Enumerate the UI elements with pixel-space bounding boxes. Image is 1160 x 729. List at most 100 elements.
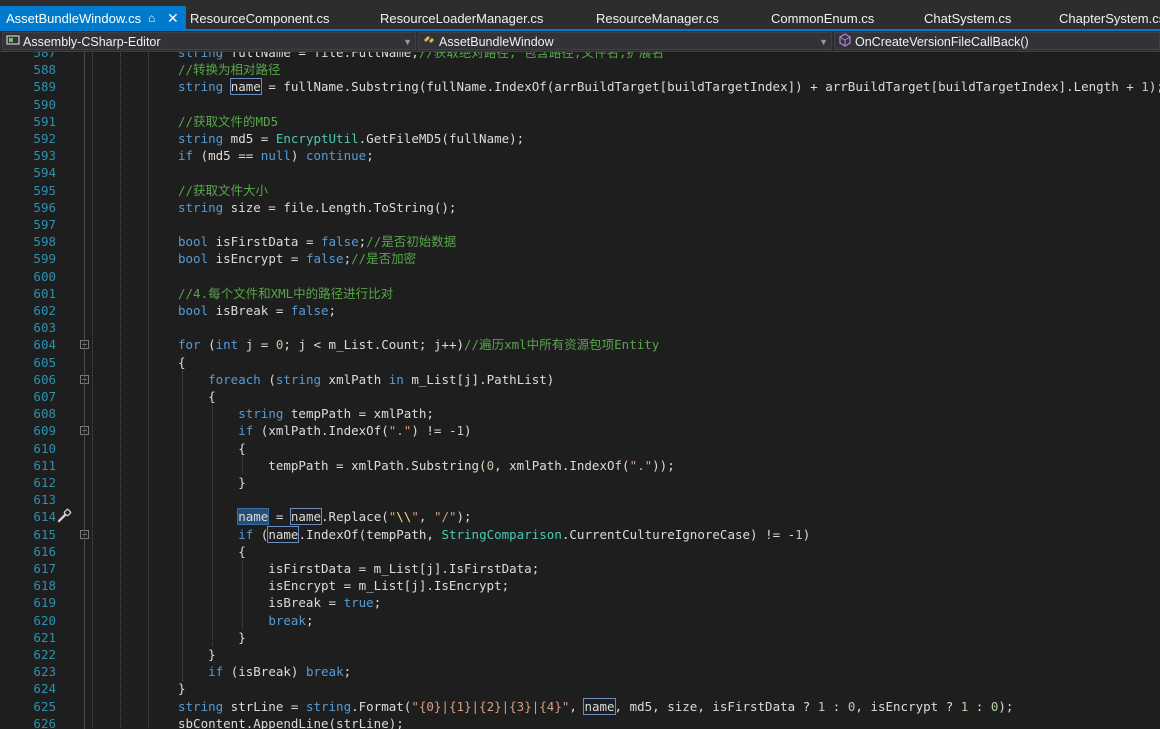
line-number: 590 [33, 97, 56, 112]
code-line[interactable]: sbContent.AppendLine(strLine); [178, 715, 404, 729]
line-number: 618 [33, 578, 56, 593]
code-line[interactable]: isFirstData = m_List[j].IsFirstData; [178, 560, 539, 577]
line-number: 623 [33, 664, 56, 679]
tab-label: ChapterSystem.cs [1059, 11, 1160, 26]
line-number: 615 [33, 527, 56, 542]
code-line[interactable]: //获取文件大小 [178, 182, 268, 199]
line-number: 610 [33, 441, 56, 456]
project-dropdown[interactable]: Assembly-CSharp-Editor ▼ [2, 32, 416, 50]
chevron-down-icon: ▼ [403, 37, 412, 47]
line-number: 626 [33, 716, 56, 729]
method-icon [838, 33, 852, 49]
code-line[interactable]: //获取文件的MD5 [178, 113, 278, 130]
tab-chatsystem[interactable]: ChatSystem.cs [924, 6, 1011, 31]
code-line[interactable]: tempPath = xmlPath.Substring(0, xmlPath.… [178, 457, 674, 474]
line-number: 616 [33, 544, 56, 559]
line-number: 587 [33, 52, 56, 60]
code-line[interactable]: if (md5 == null) continue; [178, 147, 374, 164]
tab-resourcecomponent[interactable]: ResourceComponent.cs [190, 6, 329, 31]
indent-guide [182, 371, 183, 681]
code-line[interactable]: if (xmlPath.IndexOf(".") != -1) [178, 422, 471, 439]
code-line[interactable]: //转换为相对路径 [178, 61, 281, 78]
tab-label: AssetBundleWindow.cs [6, 11, 142, 26]
tab-chaptersystem[interactable]: ChapterSystem.cs [1059, 6, 1160, 31]
code-line[interactable]: bool isBreak = false; [178, 302, 336, 319]
screwdriver-icon[interactable] [56, 508, 72, 528]
indent-guide [212, 405, 213, 646]
line-number: 625 [33, 699, 56, 714]
line-number: 589 [33, 79, 56, 94]
line-number: 600 [33, 269, 56, 284]
line-number: 614 [33, 509, 56, 524]
tab-label: ResourceLoaderManager.cs [380, 11, 544, 26]
code-line[interactable]: string fullName = file.FullName;//获取绝对路径… [178, 52, 664, 61]
indent-guide [92, 52, 93, 729]
line-number: 611 [33, 458, 56, 473]
tab-label: CommonEnum.cs [771, 11, 875, 26]
code-line[interactable]: isEncrypt = m_List[j].IsEncrypt; [178, 577, 509, 594]
indent-guide [242, 457, 243, 474]
tab-commonenum[interactable]: CommonEnum.cs [771, 6, 874, 31]
code-line[interactable]: isBreak = true; [178, 594, 381, 611]
tab-label: ResourceComponent.cs [190, 11, 330, 26]
document-tab-strip: AssetBundleWindow.cs ⌂ ✕ ResourceCompone… [0, 0, 1160, 31]
project-icon [6, 33, 20, 49]
line-number: 601 [33, 286, 56, 301]
indent-guide [242, 560, 243, 629]
class-icon [422, 33, 436, 49]
line-number: 606 [33, 372, 56, 387]
code-line[interactable]: string size = file.Length.ToString(); [178, 199, 456, 216]
navigation-bar: Assembly-CSharp-Editor ▼ AssetBundleWind… [0, 31, 1160, 52]
code-line[interactable]: { [178, 388, 216, 405]
code-line[interactable]: bool isFirstData = false;//是否初始数据 [178, 233, 456, 250]
code-line[interactable]: break; [178, 612, 313, 629]
code-line[interactable]: } [178, 646, 216, 663]
tab-label: ResourceManager.cs [596, 11, 719, 26]
line-number: 619 [33, 595, 56, 610]
chevron-down-icon: ▼ [819, 37, 828, 47]
code-line[interactable]: if (isBreak) break; [178, 663, 351, 680]
code-line[interactable]: string md5 = EncryptUtil.GetFileMD5(full… [178, 130, 524, 147]
line-number: 594 [33, 165, 56, 180]
line-number: 595 [33, 183, 56, 198]
line-number: 588 [33, 62, 56, 77]
code-line[interactable]: name = name.Replace("\\", "/"); [178, 508, 472, 525]
line-number: 591 [33, 114, 56, 129]
code-line[interactable]: //4.每个文件和XML中的路径进行比对 [178, 285, 393, 302]
fold-margin-line [84, 52, 85, 729]
tab-assetbundlewindow[interactable]: AssetBundleWindow.cs ⌂ ✕ [0, 6, 186, 31]
line-number: 624 [33, 681, 56, 696]
class-dropdown[interactable]: AssetBundleWindow ▼ [418, 32, 832, 50]
line-number: 597 [33, 217, 56, 232]
tab-resourceloadermanager[interactable]: ResourceLoaderManager.cs [380, 6, 543, 31]
line-number: 617 [33, 561, 56, 576]
code-line[interactable]: } [178, 680, 186, 697]
tab-resourcemanager[interactable]: ResourceManager.cs [596, 6, 719, 31]
pin-icon[interactable]: ⌂ [148, 6, 155, 31]
code-line[interactable]: string name = fullName.Substring(fullNam… [178, 78, 1160, 95]
line-number: 592 [33, 131, 56, 146]
code-line[interactable]: if (name.IndexOf(tempPath, StringCompari… [178, 526, 810, 543]
close-icon[interactable]: ✕ [167, 6, 179, 31]
line-number: 603 [33, 320, 56, 335]
line-number: 622 [33, 647, 56, 662]
code-line[interactable]: for (int j = 0; j < m_List.Count; j++)//… [178, 336, 659, 353]
code-line[interactable]: string strLine = string.Format("{0}|{1}|… [178, 698, 1013, 715]
code-editor[interactable]: 587 string fullName = file.FullName;//获取绝… [0, 52, 1160, 729]
code-line[interactable]: string tempPath = xmlPath; [178, 405, 434, 422]
line-number: 607 [33, 389, 56, 404]
project-name: Assembly-CSharp-Editor [23, 35, 161, 49]
line-number: 598 [33, 234, 56, 249]
line-number: 613 [33, 492, 56, 507]
code-surface[interactable]: 587 string fullName = file.FullName;//获取绝… [0, 52, 1160, 729]
code-line[interactable]: bool isEncrypt = false;//是否加密 [178, 250, 416, 267]
line-number: 608 [33, 406, 56, 421]
code-line[interactable]: { [178, 354, 186, 371]
line-number: 604 [33, 337, 56, 352]
line-number: 602 [33, 303, 56, 318]
line-number: 620 [33, 613, 56, 628]
tab-label: ChatSystem.cs [924, 11, 1012, 26]
member-dropdown[interactable]: OnCreateVersionFileCallBack() [834, 32, 1160, 50]
line-number: 593 [33, 148, 56, 163]
code-line[interactable]: foreach (string xmlPath in m_List[j].Pat… [178, 371, 554, 388]
